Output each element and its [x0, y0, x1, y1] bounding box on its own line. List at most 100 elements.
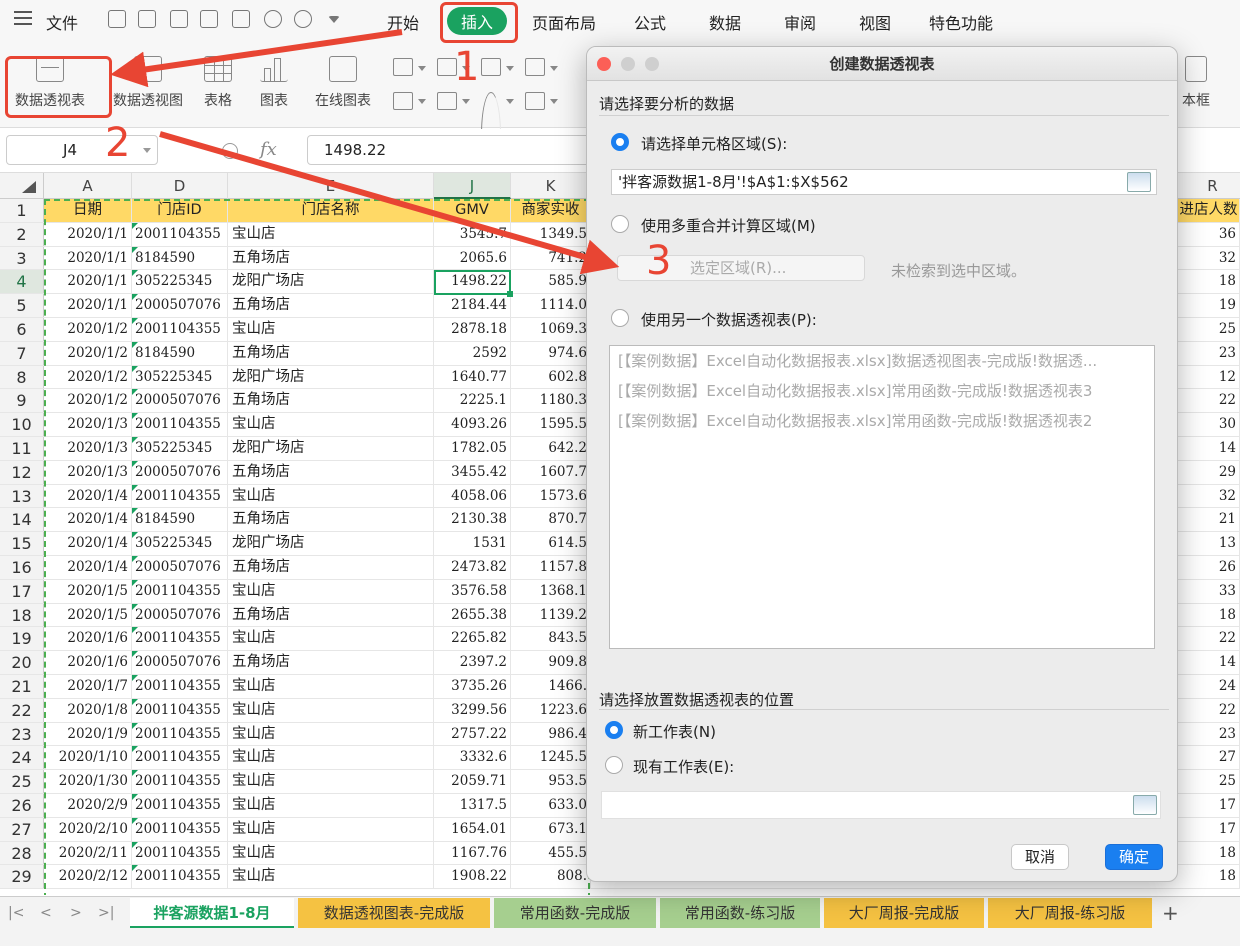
radio-existing-worksheet-label[interactable]: 现有工作表(E): — [633, 756, 734, 777]
row-header[interactable]: 22 — [0, 698, 44, 722]
cell-store-name[interactable]: 龙阳广场店 — [228, 270, 434, 294]
sheet-tab-functions-done[interactable]: 常用函数-完成版 — [494, 898, 656, 928]
radar-chart-icon[interactable] — [525, 58, 545, 76]
cell-gmv[interactable]: 2065.6 — [434, 246, 511, 270]
cell-store-name[interactable]: 五角场店 — [228, 556, 434, 579]
cell-store-id[interactable]: 2001104355 — [132, 698, 228, 722]
tab-insert[interactable]: 插入 — [447, 7, 508, 35]
cell-store-name[interactable]: 宝山店 — [228, 841, 434, 865]
cell-date[interactable]: 2020/1/7 — [44, 675, 132, 698]
cell-store-name[interactable]: 五角场店 — [228, 603, 434, 627]
row-header[interactable]: 18 — [0, 603, 44, 627]
col-header-a[interactable]: A — [44, 173, 132, 199]
cell-visitors[interactable]: 25 — [1178, 318, 1240, 341]
cell-merchant-income[interactable]: 1595.5 — [511, 413, 591, 436]
cell-date[interactable]: 2020/1/4 — [44, 556, 132, 579]
row-header[interactable]: 7 — [0, 341, 44, 365]
column-header-cell[interactable]: 商家实收 — [511, 199, 591, 222]
cell-gmv[interactable]: 2265.82 — [434, 627, 511, 651]
cell-gmv[interactable]: 1317.5 — [434, 794, 511, 817]
sheet-tab-functions-practice[interactable]: 常用函数-练习版 — [660, 898, 820, 928]
row-header[interactable]: 26 — [0, 794, 44, 817]
cell-merchant-income[interactable]: 455.5 — [511, 841, 591, 865]
cell-gmv[interactable]: 3576.58 — [434, 579, 511, 603]
column-header-cell[interactable]: GMV — [434, 199, 511, 222]
cell-visitors[interactable]: 27 — [1178, 746, 1240, 770]
column-header-cell[interactable]: 门店ID — [132, 199, 228, 222]
cell-date[interactable]: 2020/1/10 — [44, 746, 132, 770]
range-input[interactable]: '拌客源数据1-8月'!$A$1:$X$562 — [611, 169, 1157, 195]
first-sheet-icon[interactable]: |< — [8, 905, 24, 921]
cell-merchant-income[interactable]: 1069.3 — [511, 318, 591, 341]
cell-merchant-income[interactable]: 909.8 — [511, 651, 591, 674]
radio-new-worksheet[interactable] — [605, 721, 623, 739]
cell-merchant-income[interactable]: 1573.6 — [511, 484, 591, 508]
cell-visitors[interactable]: 18 — [1178, 603, 1240, 627]
sheet-tab-source-data[interactable]: 拌客源数据1-8月 — [130, 898, 294, 928]
column-chart-icon[interactable] — [393, 58, 413, 76]
fx-icon[interactable]: fx — [260, 139, 277, 160]
zoom-window-icon[interactable] — [645, 57, 659, 71]
cell-store-name[interactable]: 宝山店 — [228, 579, 434, 603]
column-header-cell[interactable]: 进店人数 — [1178, 199, 1240, 222]
cell-date[interactable]: 2020/1/6 — [44, 627, 132, 651]
cell-visitors[interactable]: 12 — [1178, 365, 1240, 389]
menu-icon[interactable] — [14, 11, 32, 25]
row-header[interactable]: 14 — [0, 508, 44, 532]
cell-visitors[interactable]: 14 — [1178, 437, 1240, 460]
cell-gmv[interactable]: 2757.22 — [434, 722, 511, 746]
chevron-down-icon[interactable] — [462, 99, 470, 104]
col-header-j[interactable]: J — [434, 173, 511, 199]
cell-merchant-income[interactable]: 953.5 — [511, 770, 591, 793]
cell-visitors[interactable]: 26 — [1178, 556, 1240, 579]
cell-store-name[interactable]: 宝山店 — [228, 675, 434, 698]
stock-chart-icon[interactable] — [437, 92, 457, 110]
cell-merchant-income[interactable]: 673.1 — [511, 817, 591, 841]
cell-date[interactable]: 2020/1/6 — [44, 651, 132, 674]
cell-visitors[interactable]: 17 — [1178, 817, 1240, 841]
cell-merchant-income[interactable]: 602.8 — [511, 365, 591, 389]
cell-gmv[interactable]: 4093.26 — [434, 413, 511, 436]
row-header[interactable]: 17 — [0, 579, 44, 603]
cell-date[interactable]: 2020/1/9 — [44, 722, 132, 746]
cell-store-name[interactable]: 宝山店 — [228, 484, 434, 508]
cell-store-name[interactable]: 宝山店 — [228, 722, 434, 746]
tab-formulas[interactable]: 公式 — [634, 10, 666, 34]
cell-store-id[interactable]: 8184590 — [132, 341, 228, 365]
cell-gmv[interactable]: 2130.38 — [434, 508, 511, 532]
cell-date[interactable]: 2020/1/2 — [44, 341, 132, 365]
cell-store-name[interactable]: 五角场店 — [228, 246, 434, 270]
cell-store-name[interactable]: 宝山店 — [228, 698, 434, 722]
pivot-table-list[interactable]: [【案例数据】Excel自动化数据报表.xlsx]数据透视图表-完成版!数据透.… — [609, 345, 1155, 649]
destination-picker-icon[interactable] — [1133, 795, 1157, 815]
table-button[interactable]: 表格 — [202, 56, 234, 110]
chevron-down-icon[interactable] — [550, 66, 558, 71]
cell-gmv[interactable]: 3735.26 — [434, 675, 511, 698]
cell-store-id[interactable]: 305225345 — [132, 365, 228, 389]
cell-store-id[interactable]: 8184590 — [132, 246, 228, 270]
cell-visitors[interactable]: 25 — [1178, 770, 1240, 793]
row-header[interactable]: 1 — [0, 199, 44, 222]
sheet-tab-weekly-done[interactable]: 大厂周报-完成版 — [824, 898, 984, 928]
cell-store-id[interactable]: 2001104355 — [132, 865, 228, 889]
cell-visitors[interactable]: 24 — [1178, 675, 1240, 698]
row-header[interactable]: 6 — [0, 318, 44, 341]
cell-store-name[interactable]: 五角场店 — [228, 651, 434, 674]
row-header[interactable]: 28 — [0, 841, 44, 865]
ok-button[interactable]: 确定 — [1105, 844, 1163, 870]
cell-merchant-income[interactable]: 741.2 — [511, 246, 591, 270]
cell-date[interactable]: 2020/2/11 — [44, 841, 132, 865]
row-header[interactable]: 20 — [0, 651, 44, 674]
cell-merchant-income[interactable]: 870.7 — [511, 508, 591, 532]
cell-gmv[interactable]: 2878.18 — [434, 318, 511, 341]
cell-store-id[interactable]: 2001104355 — [132, 841, 228, 865]
name-box[interactable]: J4 — [6, 135, 158, 165]
cell-store-name[interactable]: 龙阳广场店 — [228, 437, 434, 460]
cell-store-name[interactable]: 宝山店 — [228, 770, 434, 793]
cell-merchant-income[interactable]: 1466. — [511, 675, 591, 698]
print-preview-icon[interactable] — [232, 10, 250, 28]
cell-date[interactable]: 2020/1/8 — [44, 698, 132, 722]
cell-store-id[interactable]: 2000507076 — [132, 651, 228, 674]
col-header-e[interactable]: E — [228, 173, 434, 199]
row-header[interactable]: 4 — [0, 270, 44, 294]
